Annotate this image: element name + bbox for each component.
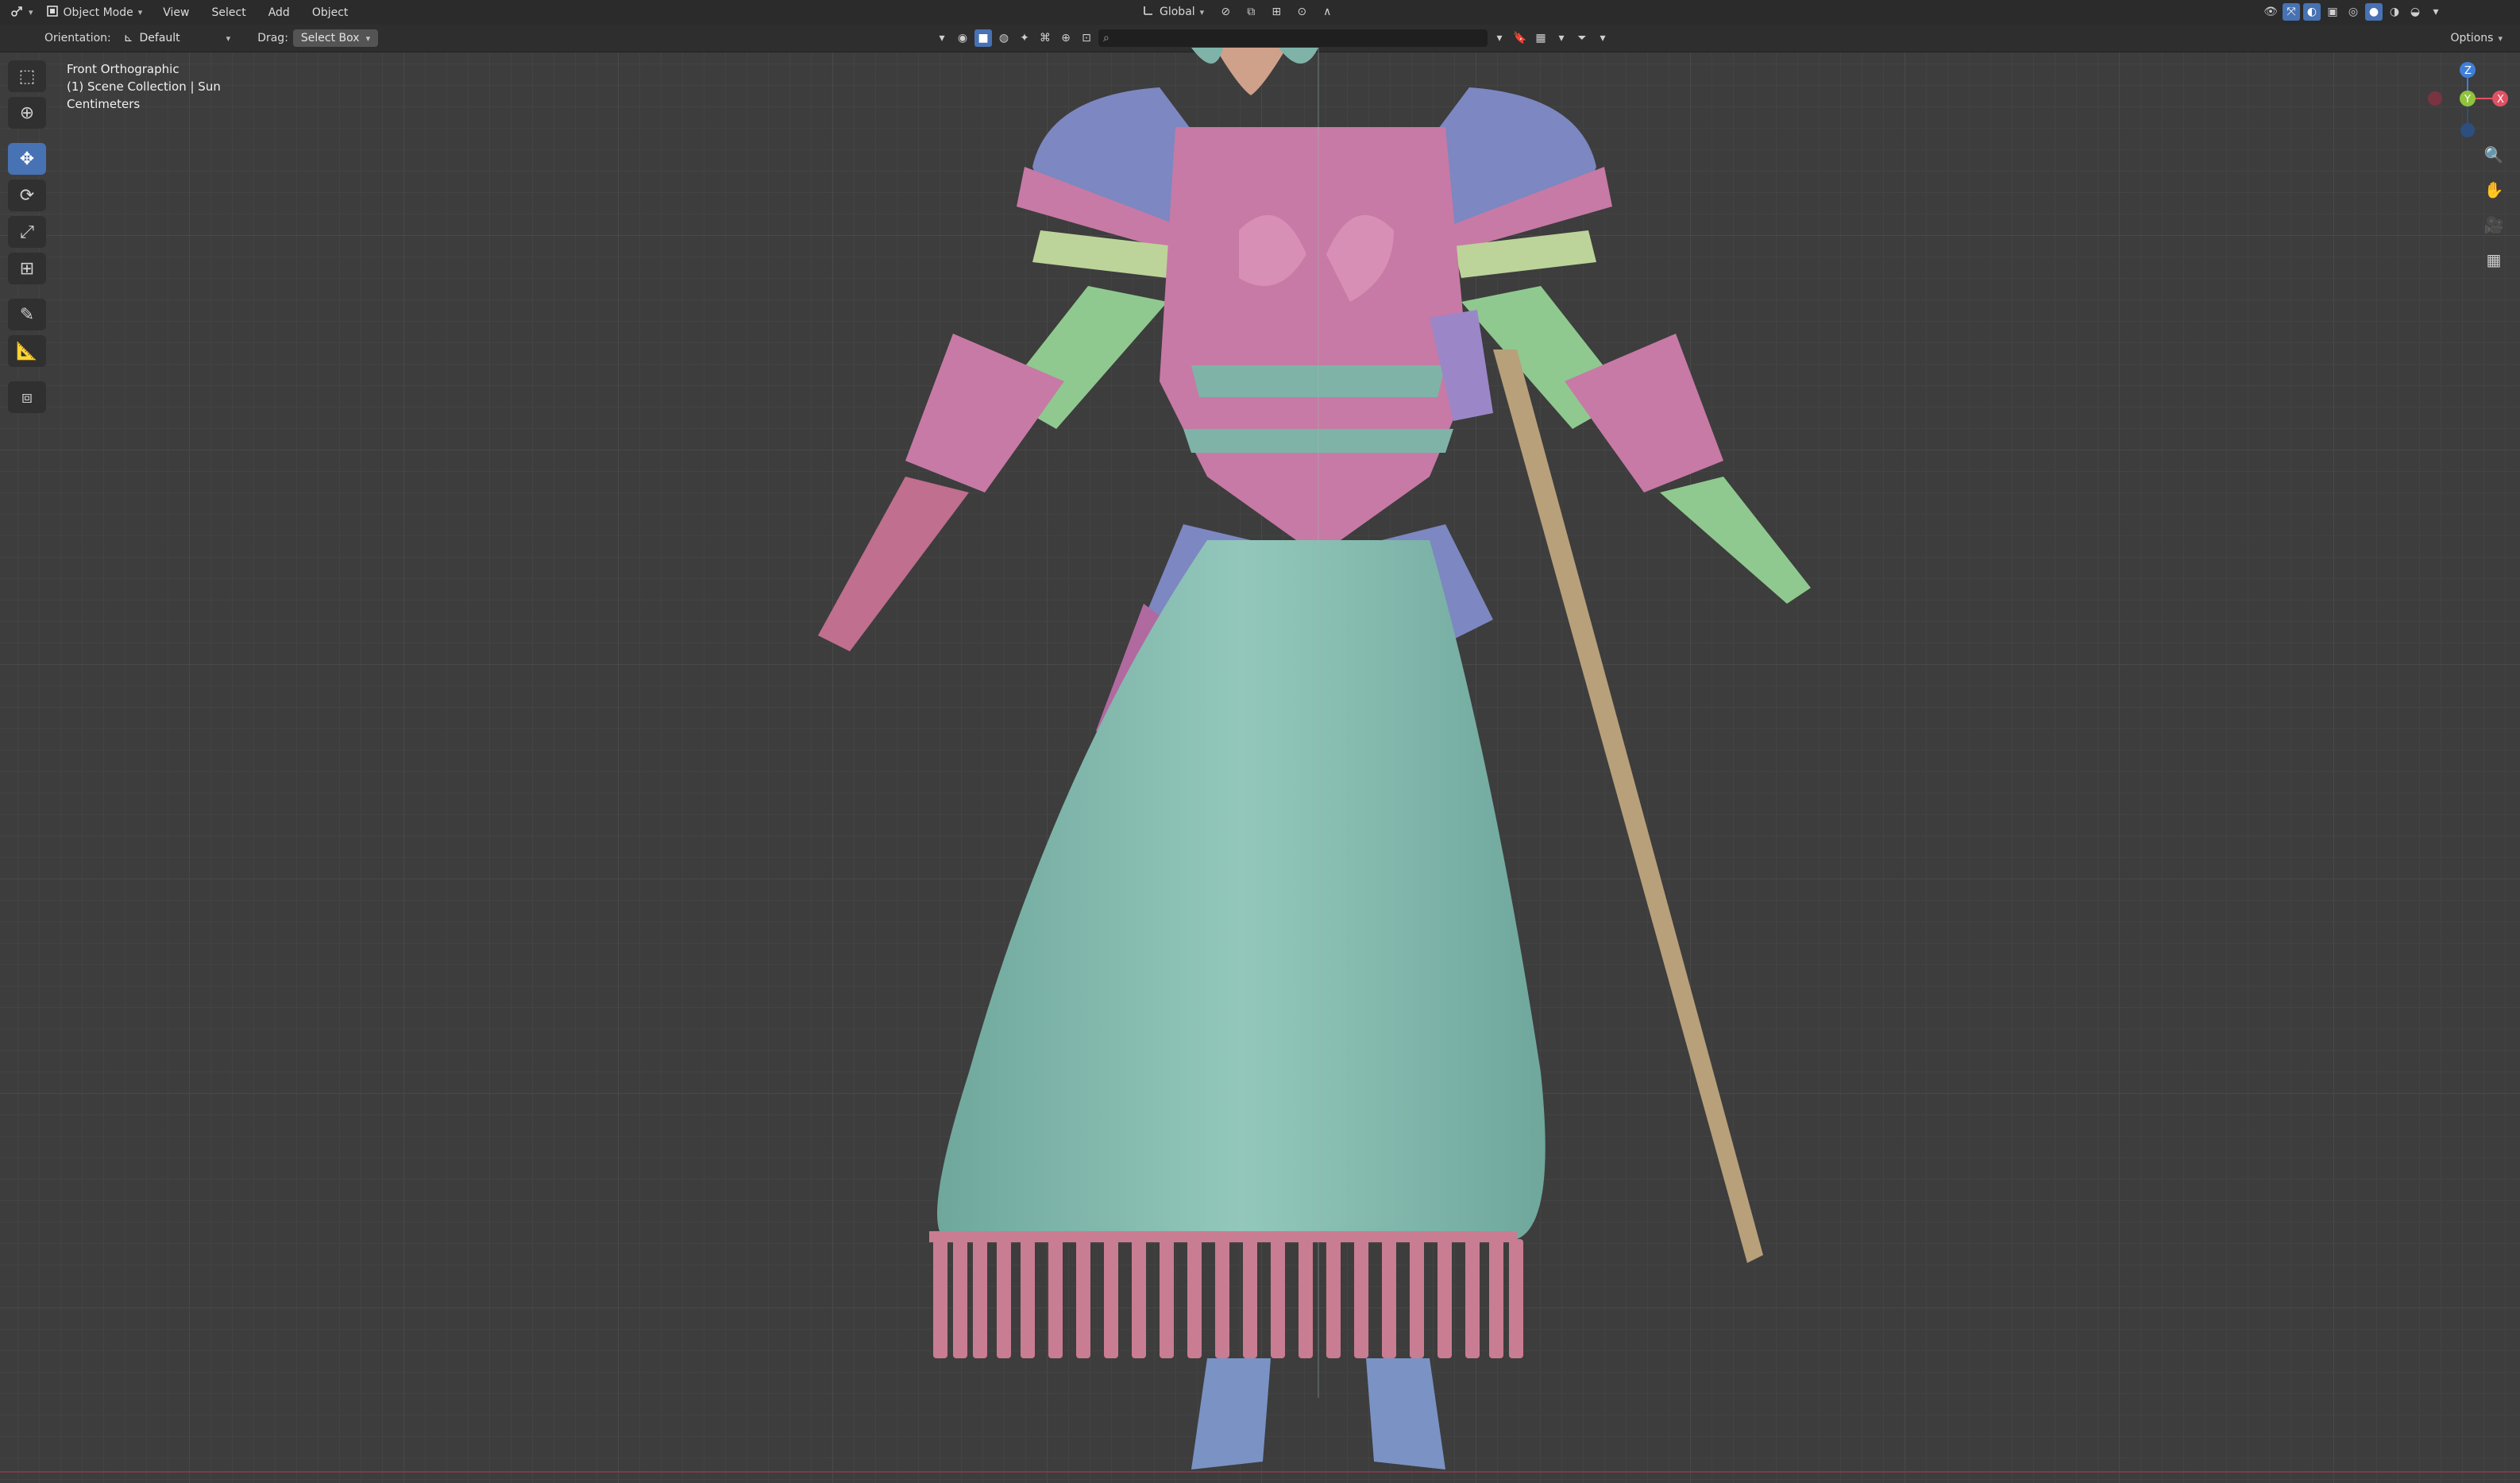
- rotate-icon[interactable]: ⟳: [8, 180, 46, 211]
- drag-label: Drag:: [257, 32, 288, 44]
- search-input[interactable]: ⌕: [1098, 29, 1488, 47]
- tool-shelf: ⬚ ⊕ ✥ ⟳ ⤢ ⊞ ✎ 📐 ⧈: [8, 60, 49, 413]
- chevron-down-icon: ▾: [2498, 33, 2503, 44]
- cursor-icon[interactable]: ⊕: [8, 97, 46, 129]
- select-box-icon[interactable]: ⬚: [8, 60, 46, 92]
- other-filter-icon[interactable]: ⊡: [1078, 29, 1095, 47]
- menu-view[interactable]: View: [152, 0, 200, 25]
- material-shading-icon[interactable]: ◑: [2386, 3, 2403, 21]
- chevron-down-icon: ▾: [29, 7, 33, 17]
- mode-selector[interactable]: Object Mode ▾: [43, 0, 152, 25]
- visibility-icon[interactable]: 👁: [2262, 3, 2279, 21]
- snap-icon[interactable]: ⧉: [1242, 3, 1260, 21]
- mode-label: Object Mode: [63, 6, 133, 19]
- transform-icon[interactable]: ⊞: [8, 253, 46, 284]
- character-model[interactable]: [715, 48, 1906, 1481]
- curve-filter-icon[interactable]: ◍: [995, 29, 1013, 47]
- menu-object[interactable]: Object: [301, 0, 360, 25]
- empty-filter-icon[interactable]: ⊕: [1057, 29, 1075, 47]
- layout-icon[interactable]: ▦: [1532, 29, 1549, 47]
- orientation-icon: ⊾: [123, 32, 133, 44]
- bookmark-icon[interactable]: 🔖: [1511, 29, 1529, 47]
- chevron-down-icon[interactable]: ▾: [1491, 29, 1508, 47]
- menu-select[interactable]: Select: [201, 0, 257, 25]
- 3d-viewport-icon: [10, 4, 24, 21]
- filter-icon[interactable]: ⏷: [1573, 29, 1591, 47]
- camera-filter-icon[interactable]: ⌘: [1036, 29, 1054, 47]
- pivot-point-icon[interactable]: ⊘: [1217, 3, 1234, 21]
- z-axis-label: Z: [2464, 65, 2472, 77]
- viewport-header: ▾ Object Mode ▾ View Select Add Object G…: [0, 0, 2520, 25]
- viewport-info: Front Orthographic (1) Scene Collection …: [67, 60, 221, 113]
- chevron-down-icon: ▾: [137, 7, 143, 17]
- orientation-dropdown[interactable]: ⊾ Default ▾: [116, 29, 238, 47]
- solid-shading-icon[interactable]: ●: [2365, 3, 2383, 21]
- camera-view-icon[interactable]: 🎥: [2482, 213, 2506, 237]
- transform-orientation-selector[interactable]: Global ▾: [1137, 4, 1209, 20]
- y-axis-label: Y: [2464, 94, 2471, 106]
- object-mode-icon: [46, 5, 59, 21]
- pan-hand-icon[interactable]: ✋: [2482, 178, 2506, 202]
- snap-target-icon[interactable]: ⊞: [1268, 3, 1285, 21]
- transform-orientation-label: Global: [1160, 6, 1195, 18]
- chevron-down-icon: ▾: [1199, 6, 1205, 17]
- neg-x-axis-handle: [2428, 91, 2442, 106]
- view-name: Front Orthographic: [67, 62, 179, 76]
- orientation-label: Orientation:: [44, 32, 111, 44]
- gizmo-toggle-icon[interactable]: ⤧: [2283, 3, 2300, 21]
- ortho-grid-icon[interactable]: ▦: [2482, 248, 2506, 272]
- overlays-toggle-icon[interactable]: ◐: [2303, 3, 2321, 21]
- shading-options-icon[interactable]: ▾: [2427, 3, 2445, 21]
- chevron-down-icon: ▾: [226, 33, 231, 44]
- navigation-gizmo[interactable]: Z Y X: [2422, 60, 2518, 140]
- floor-axis-line: [0, 1471, 2520, 1473]
- options-label: Options: [2450, 32, 2494, 44]
- object-types-icon[interactable]: ◉: [954, 29, 971, 47]
- drag-setting: Drag: Select Box ▾: [248, 25, 388, 52]
- falloff-icon[interactable]: ∧: [1318, 3, 1336, 21]
- wireframe-shading-icon[interactable]: ◎: [2344, 3, 2362, 21]
- zoom-icon[interactable]: 🔍: [2482, 143, 2506, 167]
- editor-type-button[interactable]: ▾: [0, 0, 43, 25]
- neg-z-axis-handle: [2460, 123, 2475, 137]
- x-axis-label: X: [2497, 94, 2504, 106]
- measure-icon[interactable]: 📐: [8, 335, 46, 367]
- move-icon[interactable]: ✥: [8, 143, 46, 175]
- drag-value: Select Box: [300, 32, 360, 44]
- mesh-filter-icon[interactable]: ■: [974, 29, 992, 47]
- orientation-setting: Orientation: ⊾ Default ▾: [0, 25, 248, 52]
- collection-info: (1) Scene Collection | Sun: [67, 79, 221, 94]
- xray-toggle-icon[interactable]: ▣: [2324, 3, 2341, 21]
- chevron-down-icon[interactable]: ▾: [933, 29, 951, 47]
- orientation-icon: [1142, 4, 1155, 20]
- chevron-down-icon[interactable]: ▾: [1553, 29, 1570, 47]
- options-dropdown[interactable]: Options ▾: [2441, 25, 2512, 52]
- chevron-down-icon[interactable]: ▾: [1594, 29, 1611, 47]
- orientation-value: Default: [139, 32, 180, 44]
- chevron-down-icon: ▾: [365, 33, 371, 44]
- scale-icon[interactable]: ⤢: [8, 216, 46, 248]
- rendered-shading-icon[interactable]: ◒: [2406, 3, 2424, 21]
- drag-dropdown[interactable]: Select Box ▾: [292, 29, 379, 47]
- light-filter-icon[interactable]: ✦: [1016, 29, 1033, 47]
- add-cube-icon[interactable]: ⧈: [8, 381, 46, 413]
- proportional-editing-icon[interactable]: ⊙: [1293, 3, 1310, 21]
- units-info: Centimeters: [67, 97, 141, 111]
- search-icon: ⌕: [1103, 32, 1109, 44]
- annotate-icon[interactable]: ✎: [8, 299, 46, 330]
- navigation-buttons: 🔍 ✋ 🎥 ▦: [2482, 143, 2506, 272]
- menu-add[interactable]: Add: [257, 0, 301, 25]
